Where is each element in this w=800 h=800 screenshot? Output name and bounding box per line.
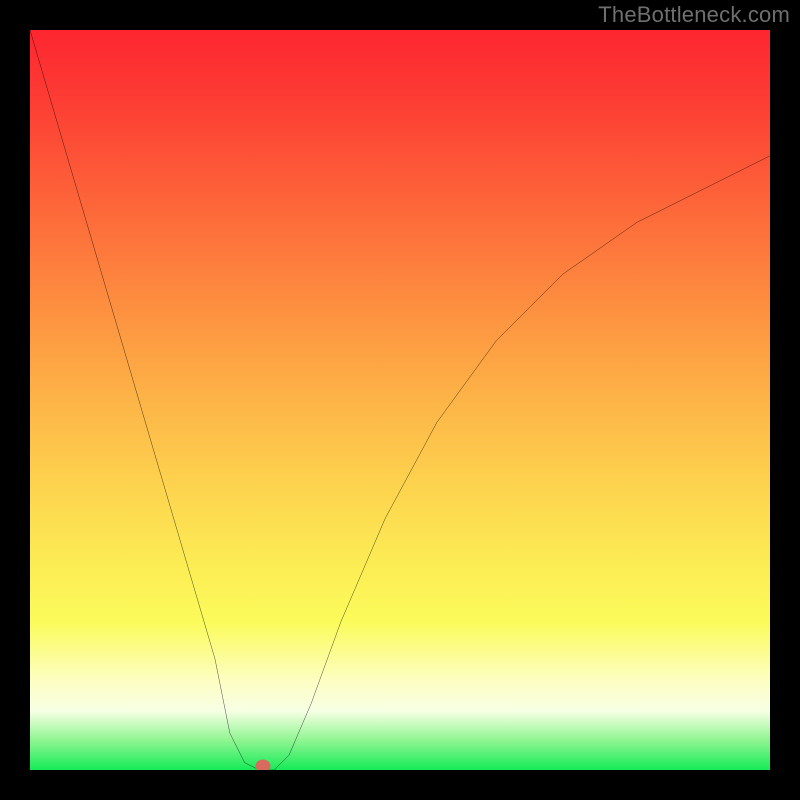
watermark-text: TheBottleneck.com (598, 2, 790, 28)
plot-area (30, 30, 770, 770)
bottleneck-curve (30, 30, 770, 770)
optimal-point-marker (256, 759, 271, 770)
curve-path (30, 30, 770, 770)
chart-frame: TheBottleneck.com (0, 0, 800, 800)
